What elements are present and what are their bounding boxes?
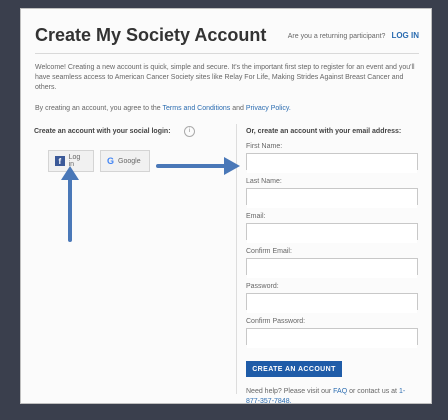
help-prefix: Need help? Please visit our <box>246 388 332 395</box>
first-name-field[interactable] <box>246 153 418 173</box>
help-text: Need help? Please visit our FAQ or conta… <box>246 387 416 407</box>
google-login-label: Google <box>118 157 141 165</box>
create-account-button[interactable]: CREATE AN ACCOUNT <box>246 361 342 377</box>
confirm-password-input[interactable] <box>247 333 417 348</box>
last-name-input[interactable] <box>247 193 417 208</box>
confirm-password-field[interactable] <box>246 328 418 348</box>
social-login-label: Create an account with your social login… <box>34 128 171 135</box>
arrow-up-icon <box>61 166 79 242</box>
last-name-field[interactable] <box>246 188 418 208</box>
faq-link[interactable]: FAQ <box>333 388 347 395</box>
google-icon: G <box>107 156 115 166</box>
password-input[interactable] <box>247 298 417 313</box>
help-middle: or contact us at <box>349 388 397 395</box>
password-field[interactable] <box>246 293 418 313</box>
arrow-right-icon <box>156 157 240 175</box>
confirm-email-field[interactable] <box>246 258 418 278</box>
email-signup-label: Or, create an account with your email ad… <box>246 128 402 135</box>
info-icon[interactable]: i <box>184 126 195 137</box>
google-login-button[interactable]: G Google <box>100 150 150 172</box>
confirm-password-label: Confirm Password: <box>246 318 306 325</box>
last-name-label: Last Name: <box>246 178 282 185</box>
email-signup-section: Or, create an account with your email ad… <box>246 126 424 407</box>
email-label: Email: <box>246 213 266 220</box>
confirm-email-input[interactable] <box>247 263 417 278</box>
first-name-label: First Name: <box>246 143 283 150</box>
email-field[interactable] <box>246 223 418 243</box>
first-name-input[interactable] <box>247 158 417 173</box>
confirm-email-label: Confirm Email: <box>246 248 292 255</box>
password-label: Password: <box>246 283 279 290</box>
email-input[interactable] <box>247 228 417 243</box>
